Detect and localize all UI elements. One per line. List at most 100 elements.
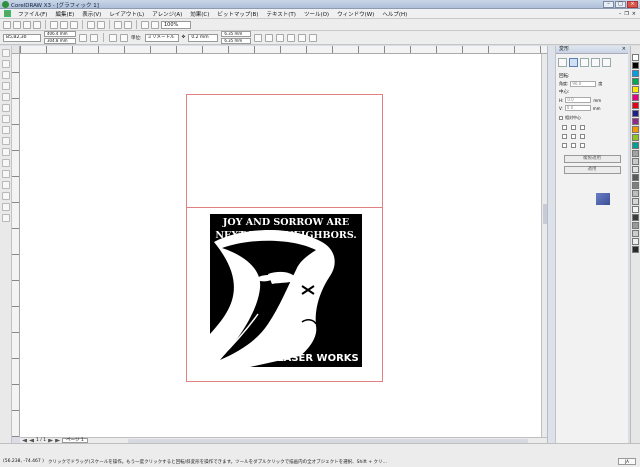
next-page-icon[interactable] [48, 438, 54, 443]
rotate-mode-icon[interactable] [569, 58, 578, 67]
color-swatch[interactable] [632, 182, 639, 189]
doc-close-icon[interactable]: × [632, 11, 636, 17]
menu-help[interactable]: ヘルプ(H) [378, 10, 411, 18]
export-icon[interactable] [124, 20, 132, 29]
color-swatch[interactable] [632, 94, 639, 101]
center-v-input[interactable]: 0.0 [564, 105, 591, 111]
scale-mode-icon[interactable] [580, 58, 589, 67]
snap-to-grid-icon[interactable] [265, 33, 274, 42]
skew-mode-icon[interactable] [602, 58, 611, 67]
color-swatch[interactable] [632, 142, 639, 149]
corel-online-icon[interactable] [151, 20, 159, 29]
units-select[interactable]: ミリメートル [144, 33, 179, 42]
page-height-field[interactable]: 304.8 mm [44, 38, 76, 44]
last-page-icon[interactable] [55, 438, 61, 443]
docker-close-icon[interactable]: × [622, 46, 626, 53]
color-swatch[interactable] [632, 62, 639, 69]
application-launcher-icon[interactable] [141, 20, 149, 29]
menu-view[interactable]: 表示(V) [78, 10, 105, 18]
interactive-blend-tool-icon[interactable] [1, 170, 10, 178]
vertical-ruler[interactable] [12, 54, 20, 437]
document-icon[interactable] [4, 10, 11, 17]
duplicate-x-field[interactable]: 6.35 mm [221, 31, 252, 37]
outline-tool-icon[interactable] [1, 192, 10, 200]
basic-shapes-tool-icon[interactable] [1, 148, 10, 156]
position-mode-icon[interactable] [558, 58, 567, 67]
copy-icon[interactable] [60, 20, 68, 29]
color-swatch[interactable] [632, 150, 639, 157]
maximize-button[interactable]: □ [615, 1, 626, 8]
smart-fill-tool-icon[interactable] [1, 104, 10, 112]
horizontal-ruler[interactable] [20, 46, 547, 54]
minimize-button[interactable]: – [603, 1, 614, 8]
anchor-checkbox[interactable] [571, 143, 576, 148]
color-swatch[interactable] [632, 102, 639, 109]
menu-bitmaps[interactable]: ビットマップ(B) [213, 10, 262, 18]
color-swatch[interactable] [632, 238, 639, 245]
menu-window[interactable]: ウィンドウ(W) [333, 10, 378, 18]
menu-tools[interactable]: ツール(O) [300, 10, 333, 18]
ruler-origin[interactable] [12, 46, 20, 54]
options-icon[interactable] [309, 33, 318, 42]
dynamic-guides-icon[interactable] [298, 33, 307, 42]
page-width-field[interactable]: 406.4 mm [44, 31, 76, 37]
color-swatch[interactable] [632, 230, 639, 237]
anchor-checkbox[interactable] [580, 125, 585, 130]
color-swatch[interactable] [632, 54, 639, 61]
fill-tool-icon[interactable] [1, 203, 10, 211]
anchor-checkbox[interactable] [580, 134, 585, 139]
menu-layout[interactable]: レイアウト(L) [105, 10, 148, 18]
print-icon[interactable] [33, 20, 41, 29]
freehand-tool-icon[interactable] [1, 93, 10, 101]
current-page-icon[interactable] [120, 33, 128, 42]
language-indicator[interactable]: JA [618, 458, 636, 465]
anchor-checkbox[interactable] [571, 134, 576, 139]
all-pages-icon[interactable] [109, 33, 117, 42]
shape-tool-icon[interactable] [1, 60, 10, 68]
menu-effects[interactable]: 効果(C) [186, 10, 213, 18]
paste-icon[interactable] [70, 20, 78, 29]
color-swatch[interactable] [632, 174, 639, 181]
color-swatch[interactable] [632, 110, 639, 117]
color-swatch[interactable] [632, 78, 639, 85]
nudge-distance-field[interactable]: 0.2 mm [188, 33, 219, 42]
zoom-level-select[interactable]: 100% [161, 20, 191, 29]
docker-tab-strip[interactable] [547, 46, 555, 443]
doc-minimize-icon[interactable]: – [619, 11, 622, 17]
portrait-icon[interactable] [79, 33, 87, 42]
color-swatch[interactable] [632, 246, 639, 253]
import-icon[interactable] [114, 20, 122, 29]
eyedropper-tool-icon[interactable] [1, 181, 10, 189]
first-page-icon[interactable] [22, 438, 27, 443]
ellipse-tool-icon[interactable] [1, 126, 10, 134]
color-swatch[interactable] [632, 214, 639, 221]
center-h-input[interactable]: 0.0 [565, 97, 592, 103]
save-icon[interactable] [23, 20, 31, 29]
color-swatch[interactable] [632, 70, 639, 77]
angle-input[interactable]: 90.0 [570, 81, 597, 87]
color-swatch[interactable] [632, 190, 639, 197]
anchor-checkbox[interactable] [562, 143, 567, 148]
paper-type-select[interactable]: B5,B2,30 [3, 33, 41, 42]
color-swatch[interactable] [632, 222, 639, 229]
menu-text[interactable]: テキスト(T) [262, 10, 300, 18]
zoom-tool-icon[interactable] [1, 82, 10, 90]
anchor-checkbox[interactable] [562, 134, 567, 139]
horizontal-scroll-thumb[interactable] [127, 438, 528, 443]
close-button[interactable]: × [627, 1, 638, 8]
snap-to-guidelines-icon[interactable] [276, 33, 285, 42]
undo-icon[interactable] [87, 20, 95, 29]
landscape-icon[interactable] [90, 33, 98, 42]
color-swatch[interactable] [632, 166, 639, 173]
snap-to-objects-icon[interactable] [287, 33, 296, 42]
anchor-checkbox[interactable] [562, 125, 567, 130]
anchor-checkbox[interactable] [571, 125, 576, 130]
cut-icon[interactable] [50, 20, 58, 29]
polygon-tool-icon[interactable] [1, 137, 10, 145]
menu-file[interactable]: ファイル(F) [14, 10, 51, 18]
previous-page-icon[interactable] [29, 438, 34, 443]
apply-to-duplicate-button[interactable]: 複製適用 [563, 155, 621, 163]
apply-button[interactable]: 適用 [563, 166, 621, 174]
doc-restore-icon[interactable]: ❐ [624, 11, 628, 17]
color-swatch[interactable] [632, 134, 639, 141]
